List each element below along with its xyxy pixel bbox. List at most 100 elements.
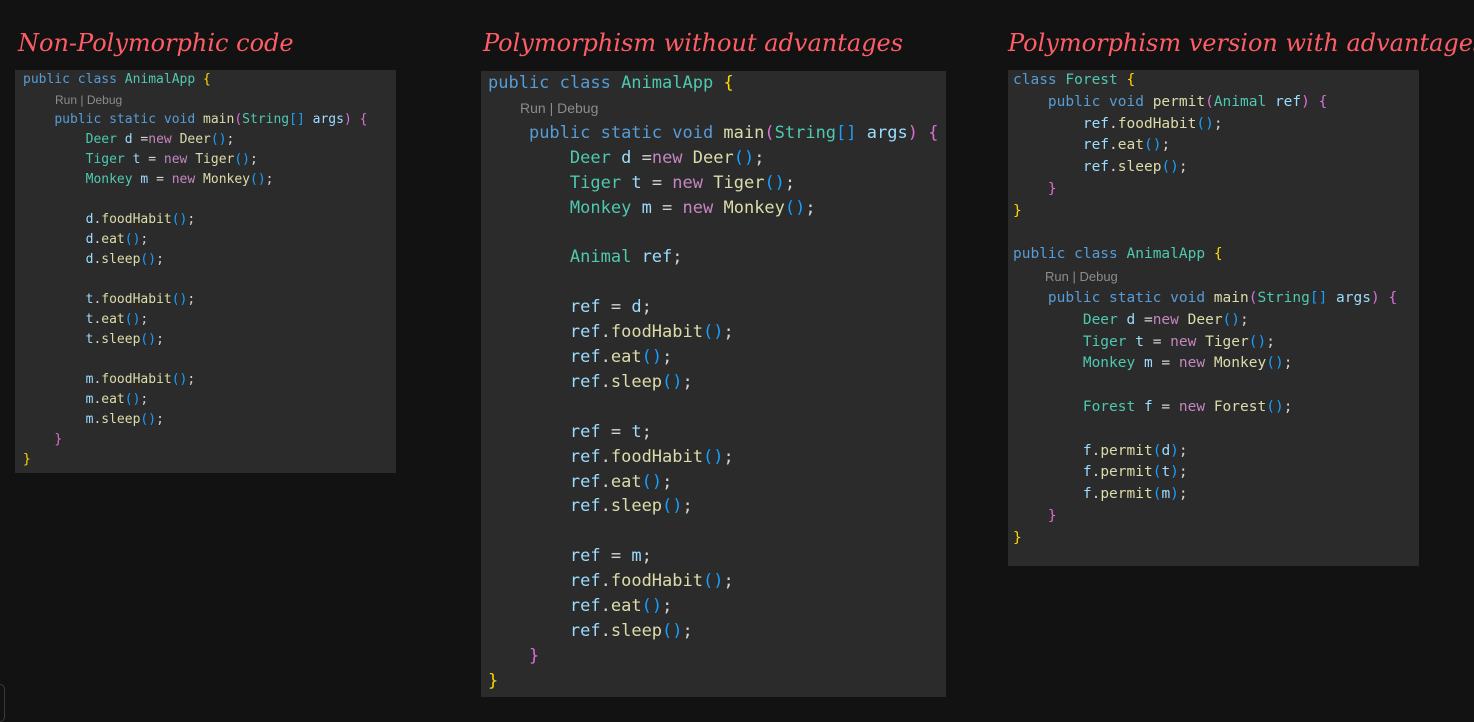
window-edge-handle [0, 684, 5, 722]
new-keyword-token: new [148, 132, 180, 147]
type-token: AnimalApp [621, 73, 714, 93]
code-line: ref.sleep(); [1013, 157, 1419, 179]
variable-token: f [1082, 486, 1092, 503]
code-text: ; [784, 172, 796, 193]
codelens-run-link[interactable]: Run [1045, 269, 1069, 284]
code-text: . [1109, 115, 1118, 132]
type-token: Tiger [1082, 333, 1127, 350]
code-line: } [488, 669, 946, 694]
codelens-run-link[interactable]: Run [520, 100, 546, 116]
paren-token: () [702, 571, 724, 592]
variable-token: ref [569, 571, 601, 592]
method-token: sleep [101, 252, 141, 267]
code-line: d.foodHabit(); [23, 210, 396, 230]
method-token: main [1213, 289, 1249, 306]
code-line: ref.foodHabit(); [1013, 114, 1419, 136]
code-text: ; [1283, 355, 1293, 372]
codelens-actions: Run | Debug [23, 90, 396, 110]
type-token: Forest [1065, 72, 1118, 88]
variable-token: ref [569, 322, 601, 343]
paren-token: () [702, 322, 724, 343]
method-token: eat [610, 596, 642, 617]
code-panel-non-polymorphic[interactable]: public class AnimalApp {Run | Debug publ… [15, 70, 396, 473]
brace-token: } [1013, 202, 1022, 219]
variable-token: ref [569, 297, 601, 318]
brace-token: { [723, 73, 734, 93]
variable-token: d [1126, 311, 1136, 328]
method-token: foodHabit [610, 322, 703, 343]
code-text: ; [226, 132, 235, 147]
codelens-debug-link[interactable]: Debug [1079, 269, 1117, 284]
code-line: ref.foodHabit(); [488, 320, 946, 345]
code-panel-polymorphism-without-advantages[interactable]: public class AnimalApp {Run | Debug publ… [481, 71, 946, 697]
method-token: Tiger [713, 172, 765, 193]
code-line: f.permit(t); [1013, 462, 1419, 484]
method-token: foodHabit [101, 372, 172, 387]
paren-token: () [641, 471, 663, 492]
codelens-run-link[interactable]: Run [55, 93, 77, 107]
code-text: . [600, 346, 611, 367]
codelens-debug-link[interactable]: Debug [557, 100, 598, 116]
codelens-debug-link[interactable]: Debug [87, 93, 122, 107]
code-line: d.eat(); [23, 230, 396, 250]
new-keyword-token: new [171, 172, 204, 187]
code-text: = [600, 546, 632, 567]
code-line: Tiger t = new Tiger(); [488, 171, 946, 196]
code-line: ref = t; [488, 420, 946, 445]
type-token: Monkey [569, 197, 632, 218]
type-token: Tiger [85, 152, 125, 167]
code-line: ref.eat(); [488, 594, 946, 619]
paren-token: [] [1309, 289, 1328, 306]
brace-token: { [1388, 289, 1398, 306]
code-line: ref.sleep(); [488, 619, 946, 644]
new-keyword-token: new [682, 197, 724, 218]
type-token: String [1257, 289, 1310, 306]
code-text: ; [1213, 115, 1223, 132]
code-line: Animal ref; [488, 245, 946, 270]
keyword-token: public static void [1047, 289, 1214, 306]
code-line: class Forest { [1013, 70, 1419, 92]
code-line: t.sleep(); [23, 330, 396, 350]
code-text: ; [672, 247, 683, 268]
code-line: ref.foodHabit(); [488, 569, 946, 594]
brace-token: ( [234, 112, 243, 127]
type-token: Tiger [569, 172, 622, 193]
code-panel-polymorphism-with-advantages[interactable]: class Forest { public void permit(Animal… [1008, 70, 1419, 566]
new-keyword-token: new [1170, 333, 1206, 350]
paren-token: () [1266, 398, 1284, 415]
code-line: } [1013, 506, 1419, 528]
method-token: eat [610, 471, 642, 492]
method-token: eat [101, 392, 125, 407]
paren-token: () [1196, 115, 1214, 132]
paren-token: () [1222, 311, 1241, 328]
code-text: . [1091, 442, 1101, 459]
variable-token: ref [1274, 93, 1302, 110]
variable-token: d [124, 132, 133, 147]
code-text: ; [641, 546, 652, 567]
type-token: Deer [85, 132, 117, 147]
